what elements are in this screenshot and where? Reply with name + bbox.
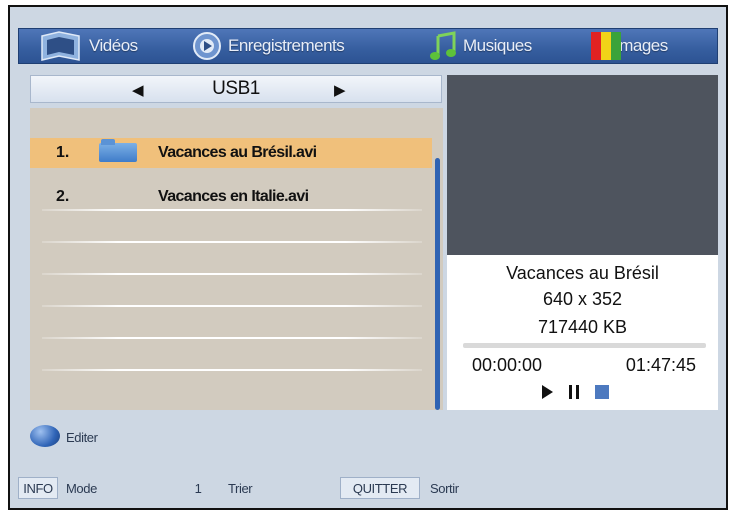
info-resolution: 640 x 352 <box>542 289 623 309</box>
item-filename: Vacances au Brésil.avi <box>158 144 317 161</box>
category-tabbar: Vidéos Enregistrements Musiques Images <box>18 28 718 64</box>
playback-controls <box>542 382 609 402</box>
device-selector: ◀ USB1 ▶ <box>30 75 442 103</box>
current-time: 00:00:00 <box>472 355 543 375</box>
device-name: USB1 <box>212 78 260 99</box>
item-number: 2. <box>56 188 70 205</box>
tab-label: Enregistrements <box>228 36 345 55</box>
folder-icon <box>99 139 137 162</box>
record-icon <box>193 32 221 60</box>
info-file-size: 717440 KB <box>537 317 628 337</box>
item-number: 1. <box>56 144 70 161</box>
stop-icon[interactable] <box>595 385 609 399</box>
row-divider <box>42 241 422 243</box>
pause-icon[interactable] <box>569 385 579 399</box>
tab-recordings[interactable]: Enregistrements <box>192 29 345 63</box>
total-duration: 01:47:45 <box>625 355 696 375</box>
file-list: 1. Vacances au Brésil.avi 2. Vacances en… <box>30 108 443 410</box>
tab-videos[interactable]: Vidéos <box>39 29 138 63</box>
list-scrollbar[interactable] <box>435 158 440 410</box>
row-divider <box>42 369 422 371</box>
row-divider <box>42 209 422 211</box>
sort-key-action: Trier <box>228 481 253 496</box>
info-key-button[interactable]: INFO <box>18 477 58 499</box>
row-divider <box>42 273 422 275</box>
tab-label: Musiques <box>463 36 532 55</box>
next-device-arrow-icon[interactable]: ▶ <box>334 81 346 99</box>
music-note-icon <box>430 31 456 60</box>
quit-key-button[interactable]: QUITTER <box>340 477 420 499</box>
list-item[interactable]: 1. Vacances au Brésil.avi <box>30 138 432 168</box>
info-key-action: Mode <box>66 481 97 496</box>
video-preview <box>447 75 718 255</box>
tab-label: Vidéos <box>89 36 138 55</box>
file-info-panel: Vacances au Brésil 640 x 352 717440 KB 0… <box>447 255 718 410</box>
edit-button-icon[interactable] <box>30 425 60 447</box>
item-filename: Vacances en Italie.avi <box>158 188 309 205</box>
row-divider <box>42 337 422 339</box>
info-title: Vacances au Brésil <box>506 263 659 283</box>
images-icon <box>591 32 621 60</box>
film-icon <box>41 31 80 61</box>
list-item[interactable]: 2. Vacances en Italie.avi <box>30 182 432 212</box>
sort-key-button[interactable]: 1 <box>185 477 211 499</box>
tab-music[interactable]: Musiques <box>429 29 532 63</box>
edit-label: Editer <box>66 430 98 445</box>
quit-key-action: Sortir <box>430 481 459 496</box>
tab-images[interactable]: Images <box>589 29 717 63</box>
play-icon[interactable] <box>542 385 553 399</box>
playback-progress-bar[interactable] <box>463 343 706 348</box>
row-divider <box>42 305 422 307</box>
